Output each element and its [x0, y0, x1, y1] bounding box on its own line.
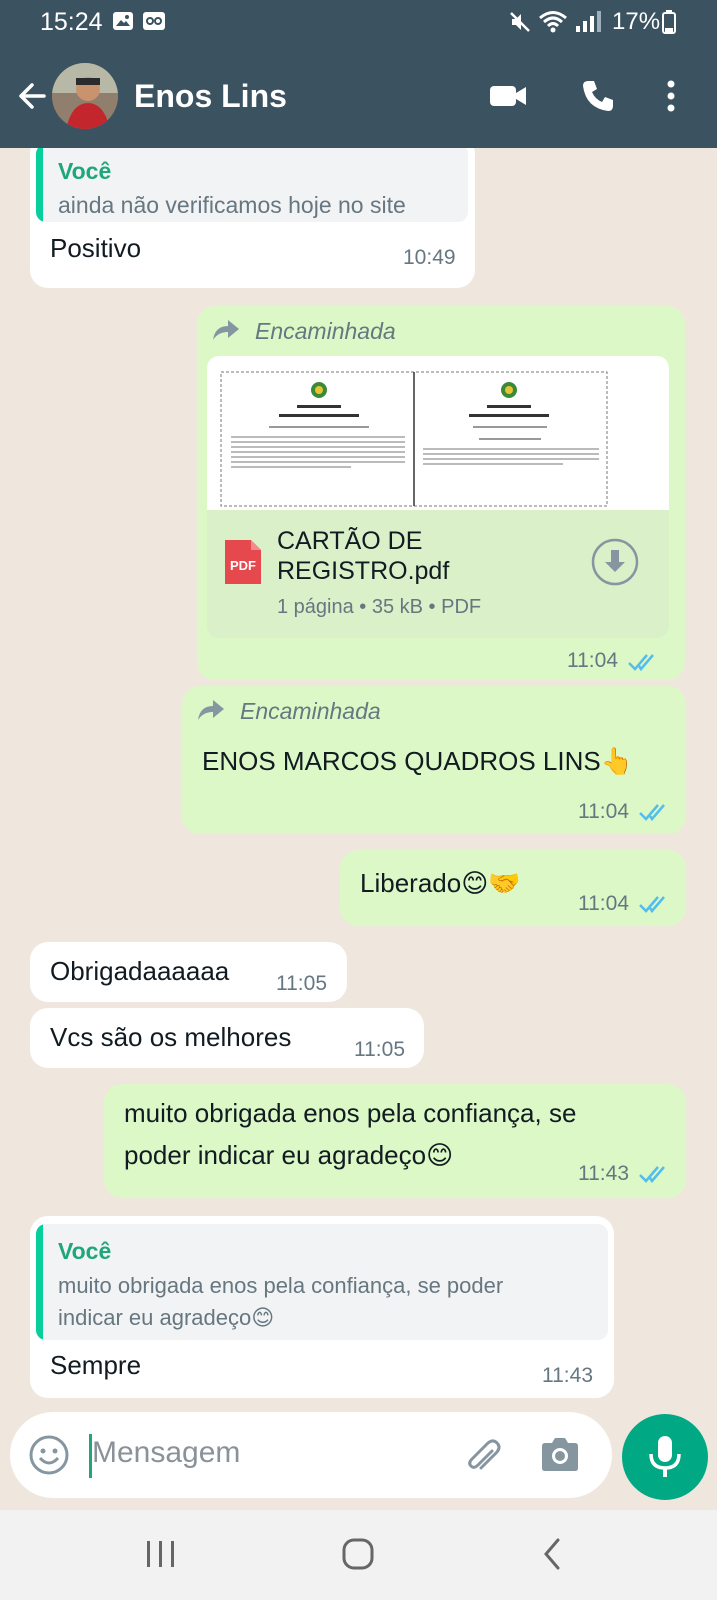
message-incoming[interactable]: Você muito obrigada enos pela confiança,…: [30, 1216, 614, 1398]
double-check-icon: [639, 1166, 665, 1184]
top-bar: 15:24 17% Enos Lins: [0, 0, 717, 148]
message-outgoing[interactable]: muito obrigada enos pela confiança, se p…: [104, 1084, 686, 1198]
message-outgoing[interactable]: Liberado😊🤝 11:04: [340, 850, 686, 926]
quote-text: muito obrigada enos pela confiança, se p…: [58, 1273, 504, 1298]
forward-icon: [198, 700, 224, 720]
camera-icon[interactable]: [538, 1434, 582, 1476]
document-name-line: CARTÃO DE: [277, 527, 423, 555]
quoted-message[interactable]: Você muito obrigada enos pela confiança,…: [36, 1224, 608, 1340]
mute-icon: [510, 12, 530, 32]
quote-author: Você: [58, 1238, 112, 1264]
contact-avatar[interactable]: [52, 63, 118, 129]
message-incoming[interactable]: Você ainda não verificamos hoje no site …: [30, 148, 475, 288]
double-check-icon: [639, 804, 665, 822]
message-incoming[interactable]: Obrigadaaaaaa 11:05: [30, 942, 347, 1002]
attach-icon[interactable]: [462, 1434, 504, 1476]
signal-icon: [576, 11, 601, 32]
message-text: Sempre: [50, 1350, 142, 1380]
quote-text: ainda não verificamos hoje no site: [58, 192, 406, 218]
message-composer: Mensagem: [10, 1412, 612, 1498]
battery-icon: [662, 10, 676, 34]
message-text: ENOS MARCOS QUADROS LINS👆: [202, 746, 634, 776]
double-check-icon: [639, 896, 665, 914]
more-options-icon[interactable]: [664, 78, 678, 114]
quote-author: Você: [58, 158, 112, 184]
quote-bar: [36, 1224, 43, 1340]
document-info: 1 página • 35 kB • PDF: [277, 596, 482, 618]
forwarded-label: Encaminhada: [255, 318, 396, 344]
mic-button[interactable]: [622, 1414, 708, 1500]
wifi-icon: [539, 11, 567, 33]
message-text: Vcs são os melhores: [50, 1022, 292, 1052]
forward-icon: [213, 320, 239, 340]
back-arrow-icon[interactable]: [14, 78, 50, 114]
pdf-file-icon: PDF: [225, 540, 261, 584]
status-time: 15:24: [40, 8, 103, 36]
mic-icon: [649, 1436, 681, 1477]
document-preview: [207, 356, 669, 510]
video-call-icon[interactable]: [488, 78, 528, 114]
back-nav-icon[interactable]: [540, 1536, 564, 1572]
chat-area[interactable]: Você ainda não verificamos hoje no site …: [0, 148, 717, 1410]
pdf-badge: PDF: [230, 558, 256, 573]
quote-bar: [36, 148, 43, 222]
emoji-icon[interactable]: [28, 1434, 70, 1476]
document-card[interactable]: PDF CARTÃO DE REGISTRO.pdf 1 página • 35…: [207, 356, 669, 638]
message-text: Obrigadaaaaaa: [50, 956, 230, 986]
gallery-notification-icon: [113, 12, 133, 30]
document-name: CARTÃO DE REGISTRO.pdf: [277, 526, 577, 586]
message-text: Positivo: [50, 233, 142, 263]
status-bar: 15:24 17%: [0, 0, 717, 44]
system-nav-bar: [0, 1510, 717, 1600]
contact-name[interactable]: Enos Lins: [134, 78, 287, 115]
voice-call-icon[interactable]: [580, 78, 616, 114]
recent-apps-icon[interactable]: [144, 1538, 178, 1570]
message-time: 11:05: [354, 1038, 405, 1061]
message-text: poder indicar eu agradeço😊: [124, 1140, 454, 1170]
battery-percent: 17%: [612, 8, 661, 35]
message-outgoing[interactable]: Encaminhada PDF CARTÃO DE REGISTRO.pdf 1…: [197, 306, 685, 680]
message-time: 11:05: [276, 972, 327, 995]
message-time: 11:04: [578, 800, 629, 823]
message-time: 11:43: [578, 1162, 629, 1185]
voicemail-notification-icon: [143, 12, 165, 30]
message-time: 11:43: [542, 1364, 593, 1387]
message-incoming[interactable]: Vcs são os melhores 11:05: [30, 1008, 424, 1068]
quoted-message[interactable]: Você ainda não verificamos hoje no site: [36, 148, 468, 222]
message-time: 11:04: [567, 649, 618, 672]
message-text: muito obrigada enos pela confiança, se: [124, 1098, 577, 1128]
document-name-line: REGISTRO.pdf: [277, 557, 450, 585]
message-time: 11:04: [578, 892, 629, 915]
message-input[interactable]: Mensagem: [92, 1436, 240, 1470]
message-time: 10:49: [403, 246, 456, 269]
download-icon[interactable]: [591, 538, 639, 586]
home-icon[interactable]: [340, 1536, 376, 1572]
quote-text: indicar eu agradeço😊: [58, 1305, 275, 1330]
double-check-icon: [628, 654, 654, 672]
forwarded-label: Encaminhada: [240, 698, 381, 724]
message-text: Liberado😊🤝: [360, 868, 521, 898]
message-outgoing[interactable]: Encaminhada ENOS MARCOS QUADROS LINS👆 11…: [182, 686, 686, 834]
